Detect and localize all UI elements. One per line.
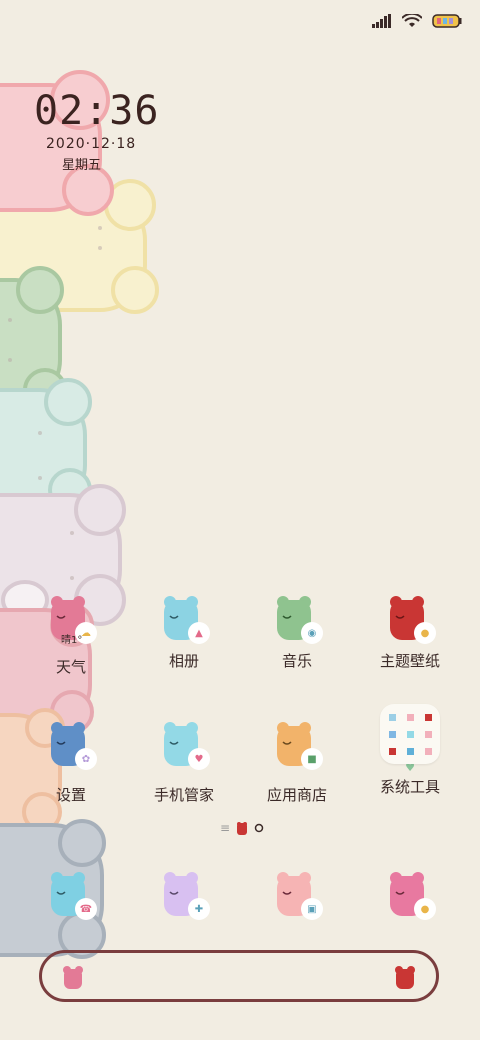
weather-temp: 1° (71, 635, 83, 646)
app-label: 天气 (55, 658, 86, 676)
bear-icon: ◉ (265, 588, 329, 652)
weather-summary: 晴1° (61, 631, 82, 646)
gear-icon: ✿ (77, 750, 95, 768)
folder-tools[interactable]: ♥ 系统工具 (360, 704, 460, 797)
current-page-bear-icon (237, 822, 248, 835)
store-icon: ■ (303, 750, 321, 768)
music-disc-icon: ◉ (303, 624, 321, 642)
app-security[interactable]: ♥ 手机管家 (134, 714, 234, 805)
app-label: 相册 (168, 652, 199, 670)
dock-phone[interactable]: ☎ (21, 864, 121, 928)
clock-time[interactable]: 02:36 (34, 88, 159, 134)
bear-icon: ✚ (152, 864, 216, 928)
dock-camera[interactable]: ● (360, 864, 460, 928)
wifi-icon (402, 14, 422, 27)
bear-icon: ▲ (152, 588, 216, 652)
app-label: 音乐 (281, 652, 312, 670)
app-label: 手机管家 (153, 786, 214, 804)
dock-browser[interactable]: ▣ (247, 864, 347, 928)
page-indicator[interactable]: ≡ (220, 821, 264, 835)
clock-weekday: 星期五 (62, 158, 102, 173)
phone-icon: ☎ (77, 900, 95, 918)
app-label: 应用商店 (266, 786, 327, 804)
photo-icon: ▲ (190, 624, 208, 642)
bear-icon: ● (378, 864, 442, 928)
app-weather-label: 天气 (21, 650, 121, 677)
page-dot-icon (254, 823, 264, 833)
app-label: 主题壁纸 (379, 652, 440, 670)
app-music[interactable]: ◉ 音乐 (247, 588, 347, 671)
app-label: 系统工具 (379, 778, 440, 796)
dock-messages[interactable]: ✚ (134, 864, 234, 928)
bear-left-icon (63, 966, 83, 989)
menu-lines-icon: ≡ (220, 821, 231, 835)
status-bar (372, 10, 462, 32)
signal-icon (372, 14, 391, 28)
folder-icon (380, 704, 440, 764)
chat-icon: ✚ (190, 900, 208, 918)
app-settings[interactable]: ✿ 设置 (21, 714, 121, 805)
bear-icon: ☎ (39, 864, 103, 928)
battery-icon (432, 14, 462, 28)
bear-right-icon (395, 966, 415, 989)
heart-icon: ♥ (405, 761, 415, 774)
app-store[interactable]: ■ 应用商店 (247, 714, 347, 805)
app-themes[interactable]: ● 主题壁纸 (360, 588, 460, 671)
app-gallery[interactable]: ▲ 相册 (134, 588, 234, 671)
browser-icon: ▣ (303, 900, 321, 918)
clock-date: 2020·12·18 (46, 136, 137, 152)
app-label: 设置 (55, 786, 86, 804)
search-bar[interactable] (39, 950, 439, 1002)
shield-icon: ♥ (190, 750, 208, 768)
bear-icon: ▣ (265, 864, 329, 928)
camera-icon: ● (416, 900, 434, 918)
bear-icon: ■ (265, 714, 329, 778)
bear-icon: ♥ (152, 714, 216, 778)
cat-icon: ● (416, 624, 434, 642)
bear-icon: ✿ (39, 714, 103, 778)
weather-condition: 晴 (61, 635, 71, 646)
bear-icon: ● (378, 588, 442, 652)
